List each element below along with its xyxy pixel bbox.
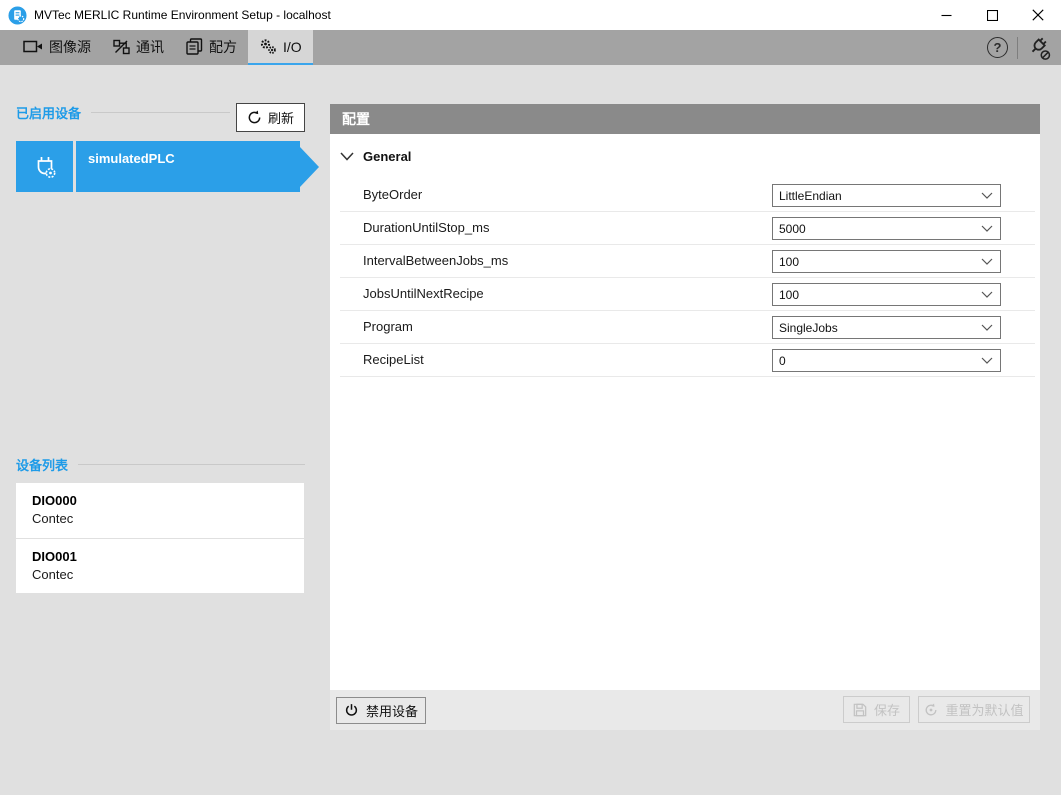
disable-device-label: 禁用设备: [366, 701, 418, 720]
tab-communication[interactable]: 通讯: [102, 30, 175, 65]
selected-device-arrow: [300, 147, 319, 187]
minimize-icon: [941, 10, 952, 21]
chevron-down-icon: [981, 225, 993, 232]
close-button[interactable]: [1015, 0, 1061, 30]
config-footer: 禁用设备 保存 重置为默认值: [330, 690, 1040, 730]
enabled-device-simulatedplc[interactable]: simulatedPLC: [16, 141, 319, 192]
refresh-icon: [247, 110, 262, 125]
dropdown-value: 100: [773, 255, 981, 269]
reset-icon: [924, 703, 938, 717]
device-list-title: 设备列表: [16, 455, 68, 474]
config-panel-header: 配置: [330, 104, 1040, 134]
section-general-toggle[interactable]: General: [330, 134, 1040, 179]
device-vendor: Contec: [32, 511, 304, 526]
disconnect-icon[interactable]: [1027, 36, 1051, 60]
field-row-byteorder: ByteOrder LittleEndian: [330, 179, 1040, 212]
chevron-down-icon: [981, 258, 993, 265]
device-card-dio000[interactable]: DIO000 Contec: [16, 483, 304, 538]
save-label: 保存: [874, 700, 900, 719]
main-toolbar: 图像源 通讯 配方: [0, 30, 1061, 65]
minimize-button[interactable]: [923, 0, 969, 30]
config-body: General ByteOrder LittleEndian DurationU…: [330, 134, 1040, 690]
help-icon: ?: [994, 40, 1002, 55]
refresh-label: 刷新: [268, 108, 294, 127]
save-button[interactable]: 保存: [843, 696, 910, 723]
field-label: JobsUntilNextRecipe: [363, 278, 484, 310]
chevron-down-icon: [981, 357, 993, 364]
chevron-down-icon: [981, 192, 993, 199]
recipelist-dropdown[interactable]: 0: [772, 349, 1001, 372]
tab-recipe[interactable]: 配方: [175, 30, 248, 65]
chevron-down-icon: [981, 291, 993, 298]
tab-label: I/O: [283, 39, 302, 55]
field-row-program: Program SingleJobs: [330, 311, 1040, 344]
device-list-header: 设备列表: [16, 455, 305, 474]
tab-label: 图像源: [49, 37, 91, 57]
device-name: DIO000: [32, 493, 304, 508]
network-icon: [113, 39, 130, 55]
field-label: ByteOrder: [363, 179, 422, 211]
dropdown-value: 100: [773, 288, 981, 302]
device-vendor: Contec: [32, 567, 304, 582]
toolbar-separator: [1017, 37, 1018, 59]
dropdown-value: 5000: [773, 222, 981, 236]
header-line: [78, 464, 305, 465]
reset-defaults-button[interactable]: 重置为默认值: [918, 696, 1030, 723]
config-panel: 配置 General ByteOrder LittleEndian: [330, 104, 1040, 795]
enabled-devices-title: 已启用设备: [16, 103, 81, 122]
byteorder-dropdown[interactable]: LittleEndian: [772, 184, 1001, 207]
maximize-button[interactable]: [969, 0, 1015, 30]
section-general-label: General: [363, 149, 411, 164]
field-label: Program: [363, 311, 413, 343]
field-row-durationuntilstop: DurationUntilStop_ms 5000: [330, 212, 1040, 245]
gears-icon: [259, 38, 277, 55]
app-logo-icon: [8, 6, 27, 25]
refresh-button[interactable]: 刷新: [236, 103, 305, 132]
tab-image-source[interactable]: 图像源: [12, 30, 102, 65]
field-row-jobsuntilnextrecipe: JobsUntilNextRecipe 100: [330, 278, 1040, 311]
chevron-down-icon: [981, 324, 993, 331]
recipe-icon: [186, 38, 203, 55]
body-area: 已启用设备 刷新 simulatedPLC: [0, 65, 1061, 763]
program-dropdown[interactable]: SingleJobs: [772, 316, 1001, 339]
save-icon: [853, 703, 867, 717]
intervalbetweenjobs-dropdown[interactable]: 100: [772, 250, 1001, 273]
plug-gear-icon: [31, 153, 59, 181]
dropdown-value: 0: [773, 354, 981, 368]
enabled-device-name: simulatedPLC: [76, 141, 300, 192]
tab-label: 通讯: [136, 37, 164, 57]
help-button[interactable]: ?: [987, 37, 1008, 58]
header-line: [91, 112, 230, 113]
field-row-intervalbetweenjobs: IntervalBetweenJobs_ms 100: [330, 245, 1040, 278]
field-label: RecipeList: [363, 344, 424, 376]
title-bar: MVTec MERLIC Runtime Environment Setup -…: [0, 0, 1061, 30]
tab-io[interactable]: I/O: [248, 30, 313, 65]
chevron-down-icon: [340, 152, 354, 161]
jobsuntilnextrecipe-dropdown[interactable]: 100: [772, 283, 1001, 306]
camera-icon: [23, 39, 43, 54]
disable-device-button[interactable]: 禁用设备: [336, 697, 426, 724]
app-window: MVTec MERLIC Runtime Environment Setup -…: [0, 0, 1061, 763]
device-name: DIO001: [32, 549, 304, 564]
window-title: MVTec MERLIC Runtime Environment Setup -…: [34, 8, 331, 22]
tab-label: 配方: [209, 37, 237, 57]
config-title: 配置: [342, 109, 370, 129]
field-label: DurationUntilStop_ms: [363, 212, 489, 244]
enabled-devices-header: 已启用设备: [16, 103, 230, 122]
maximize-icon: [987, 10, 998, 21]
dropdown-value: LittleEndian: [773, 189, 981, 203]
field-label: IntervalBetweenJobs_ms: [363, 245, 508, 277]
close-icon: [1032, 9, 1044, 21]
field-row-recipelist: RecipeList 0: [330, 344, 1040, 377]
durationuntilstop-dropdown[interactable]: 5000: [772, 217, 1001, 240]
device-card-dio001[interactable]: DIO001 Contec: [16, 539, 304, 593]
device-icon-box: [16, 141, 73, 192]
power-icon: [344, 703, 359, 718]
reset-defaults-label: 重置为默认值: [945, 700, 1023, 719]
dropdown-value: SingleJobs: [773, 321, 981, 335]
